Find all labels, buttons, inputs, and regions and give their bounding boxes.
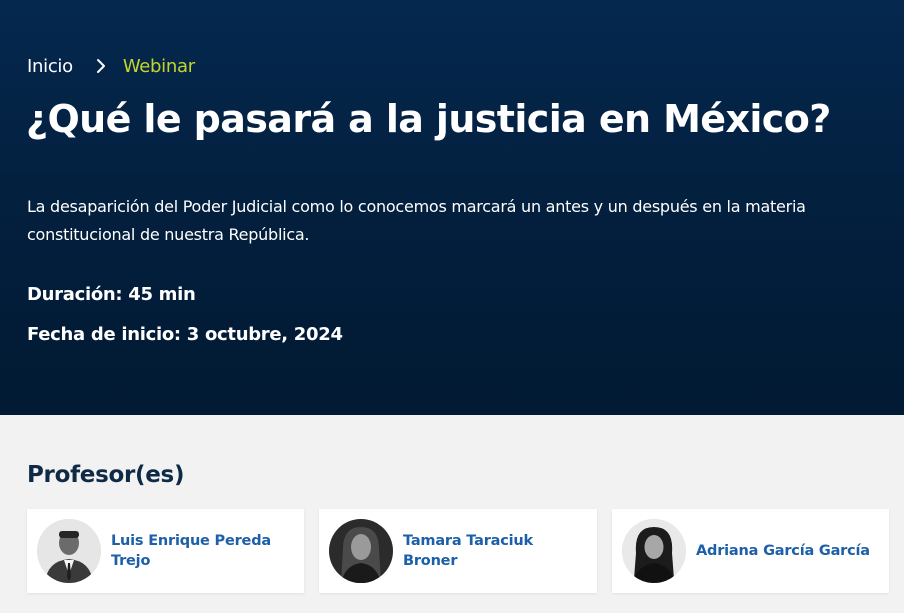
avatar <box>329 519 393 583</box>
professor-card[interactable]: Adriana García García <box>612 509 889 593</box>
professor-name[interactable]: Tamara Taraciuk Broner <box>403 531 589 571</box>
professors-section-title: Profesor(es) <box>27 462 185 488</box>
breadcrumb: Inicio Webinar <box>27 54 195 78</box>
start-date-label: Fecha de inicio: 3 octubre, 2024 <box>27 324 343 345</box>
chevron-right-icon <box>93 58 109 74</box>
professor-name[interactable]: Luis Enrique Pereda Trejo <box>111 531 296 571</box>
duration-label: Duración: 45 min <box>27 284 196 305</box>
breadcrumb-current: Webinar <box>122 55 195 77</box>
professor-name[interactable]: Adriana García García <box>696 541 881 561</box>
breadcrumb-home-link[interactable]: Inicio <box>27 56 73 77</box>
hero-banner: Inicio Webinar ¿Qué le pasará a la justi… <box>0 0 904 415</box>
professors-list: Luis Enrique Pereda Trejo Tamara Taraciu… <box>27 509 889 593</box>
avatar <box>37 519 101 583</box>
avatar <box>622 519 686 583</box>
webinar-description: La desaparición del Poder Judicial como … <box>27 197 806 244</box>
professor-card[interactable]: Luis Enrique Pereda Trejo <box>27 509 304 593</box>
professor-card[interactable]: Tamara Taraciuk Broner <box>319 509 597 593</box>
page-title: ¿Qué le pasará a la justicia en México? <box>26 97 831 141</box>
